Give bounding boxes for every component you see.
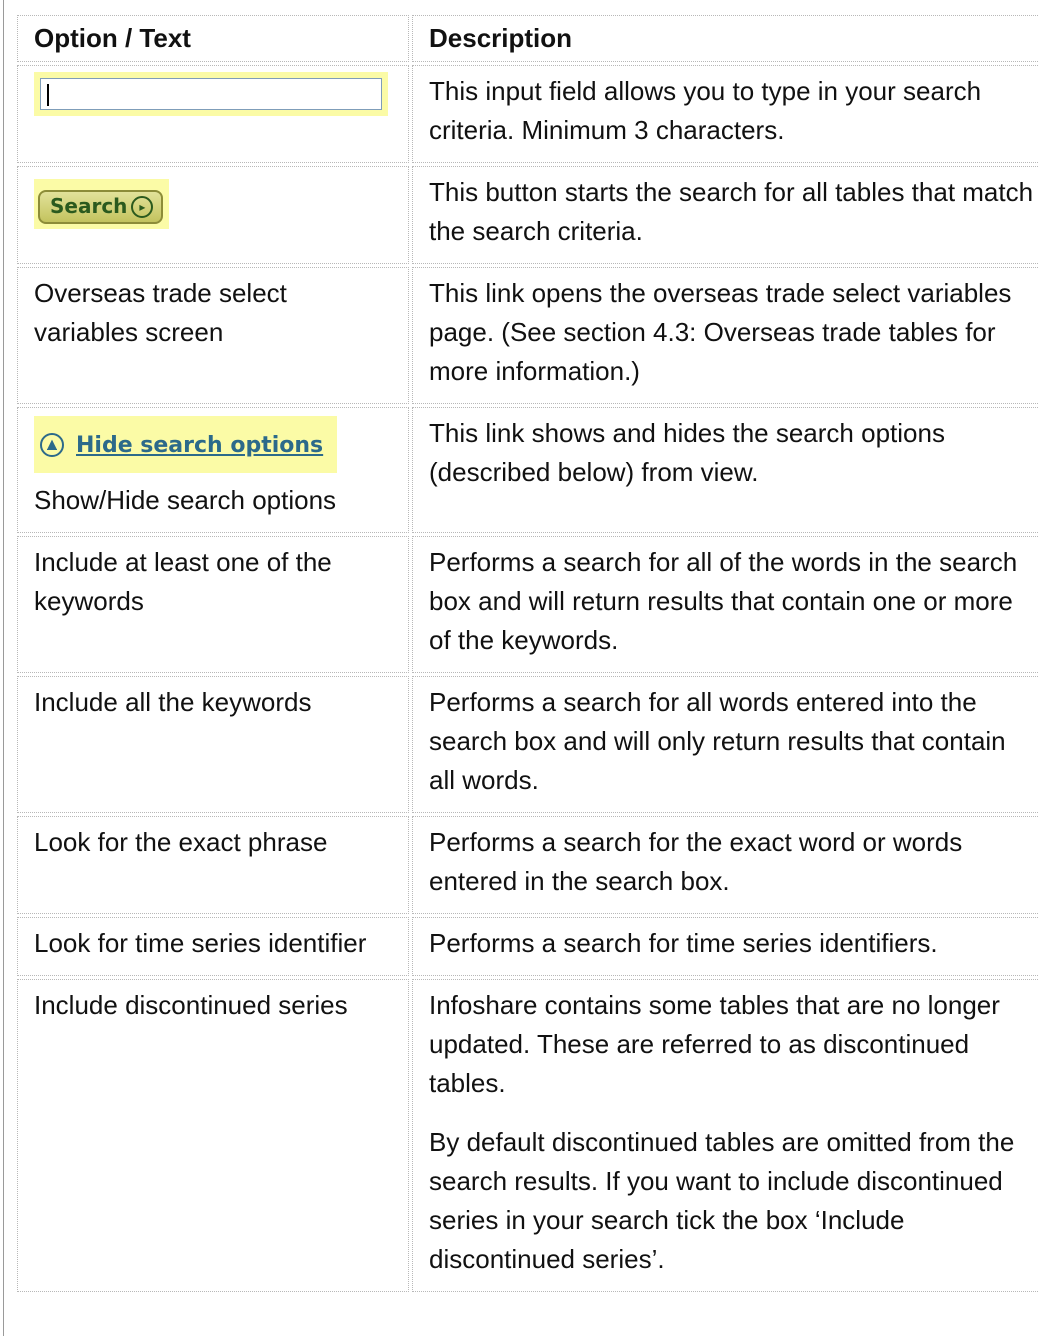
option-cell [17,65,409,163]
option-cell: Include discontinued series [17,978,409,1292]
circle-chevron-up-icon: ▲ [40,433,64,457]
option-cell: ▲ Hide search options Show/Hide search o… [17,407,409,533]
table-row: Include at least one of the keywords Per… [17,535,1039,673]
option-cell: Look for time series identifier [17,916,409,976]
column-header-option: Option / Text [17,15,409,62]
table-row: Include discontinued series Infoshare co… [17,978,1039,1292]
search-button-sample: Search ▸ [38,189,164,224]
search-button-highlight: Search ▸ [34,179,170,229]
table-row: Overseas trade select variables screen T… [17,267,1039,404]
table-row: This input field allows you to type in y… [17,65,1039,163]
hide-link-label: Hide search options [76,432,324,458]
option-cell: Overseas trade select variables screen [17,267,409,404]
options-table: Option / Text Description This input fie… [14,12,1039,1295]
option-cell: Look for the exact phrase [17,815,409,914]
description-cell: Performs a search for time series identi… [412,916,1039,976]
option-caption: Show/Hide search options [34,484,337,515]
description-cell: Performs a search for the exact word or … [412,815,1039,914]
description-cell: Performs a search for all words entered … [412,675,1039,813]
description-cell: This button starts the search for all ta… [412,166,1039,264]
page-left-rule [3,0,4,1336]
search-input-sample [40,78,382,110]
table-row: Search ▸ This button starts the search f… [17,166,1039,264]
option-cell: Include all the keywords [17,675,409,813]
table-header-row: Option / Text Description [17,15,1039,62]
column-header-description: Description [412,15,1039,62]
description-paragraph: By default discontinued tables are omitt… [429,1126,1015,1274]
description-cell: This link opens the overseas trade selec… [412,267,1039,404]
circle-arrow-right-icon: ▸ [131,195,154,218]
table-row: ▲ Hide search options Show/Hide search o… [17,407,1039,533]
table-row: Include all the keywords Performs a sear… [17,675,1039,813]
table-row: Look for the exact phrase Performs a sea… [17,815,1039,914]
hide-search-options-link-sample: ▲ Hide search options [40,426,323,465]
text-caret [47,84,49,106]
option-cell: Include at least one of the keywords [17,535,409,673]
description-paragraph: Infoshare contains some tables that are … [429,989,1000,1098]
description-cell: This link shows and hides the search opt… [412,407,1039,533]
description-cell: Performs a search for all of the words i… [412,535,1039,673]
option-cell: Search ▸ [17,166,409,264]
hide-link-highlight: ▲ Hide search options [34,416,338,473]
table-row: Look for time series identifier Performs… [17,916,1039,976]
description-cell: This input field allows you to type in y… [412,65,1039,163]
description-cell: Infoshare contains some tables that are … [412,978,1039,1292]
search-button-label: Search [50,194,128,218]
input-sample-highlight [34,72,388,116]
